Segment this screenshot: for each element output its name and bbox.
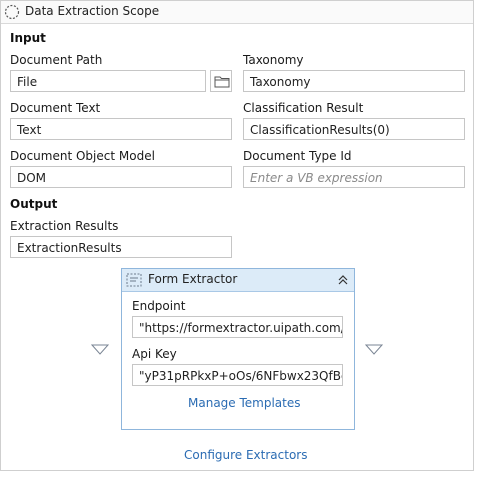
document-text-label: Document Text [10,101,101,115]
scope-title: Data Extraction Scope [25,4,160,18]
scope-icon [4,4,20,20]
classification-result-label: Classification Result [243,101,364,115]
document-object-model-field[interactable]: DOM [10,166,232,188]
api-key-field[interactable]: "yP31pRPkxP+oOs/6NFbwx23QfBd9b [132,364,343,386]
taxonomy-label: Taxonomy [243,53,304,67]
folder-icon [214,76,230,88]
document-type-id-field[interactable]: Enter a VB expression [243,166,465,188]
form-extractor-card[interactable]: Form Extractor Endpoint "https://formext… [121,268,355,430]
extractor-icon [126,273,142,287]
extraction-results-field[interactable]: ExtractionResults [10,236,232,258]
form-extractor-title: Form Extractor [148,272,238,286]
manage-templates-link[interactable]: Manage Templates [188,396,301,410]
endpoint-field[interactable]: "https://formextractor.uipath.com/" [132,316,343,338]
document-object-model-label: Document Object Model [10,149,155,163]
scope-header[interactable]: Data Extraction Scope [1,1,473,24]
endpoint-label: Endpoint [132,299,186,313]
taxonomy-field[interactable]: Taxonomy [243,70,465,92]
input-section-label: Input [10,31,46,45]
classification-result-field[interactable]: ClassificationResults(0) [243,118,465,140]
document-path-field[interactable]: File [10,70,206,92]
document-path-label: Document Path [10,53,103,67]
drop-target-right-icon[interactable] [365,344,383,355]
form-extractor-header[interactable]: Form Extractor [122,269,354,292]
document-text-field[interactable]: Text [10,118,232,140]
drop-target-left-icon[interactable] [91,344,109,355]
configure-extractors-link[interactable]: Configure Extractors [184,448,307,462]
data-extraction-scope[interactable]: Data Extraction Scope Input Document Pat… [0,0,474,471]
api-key-label: Api Key [132,347,177,361]
extraction-results-label: Extraction Results [10,219,119,233]
collapse-icon[interactable] [336,273,350,287]
browse-folder-button[interactable] [210,70,232,92]
document-type-id-label: Document Type Id [243,149,352,163]
output-section-label: Output [10,197,58,211]
